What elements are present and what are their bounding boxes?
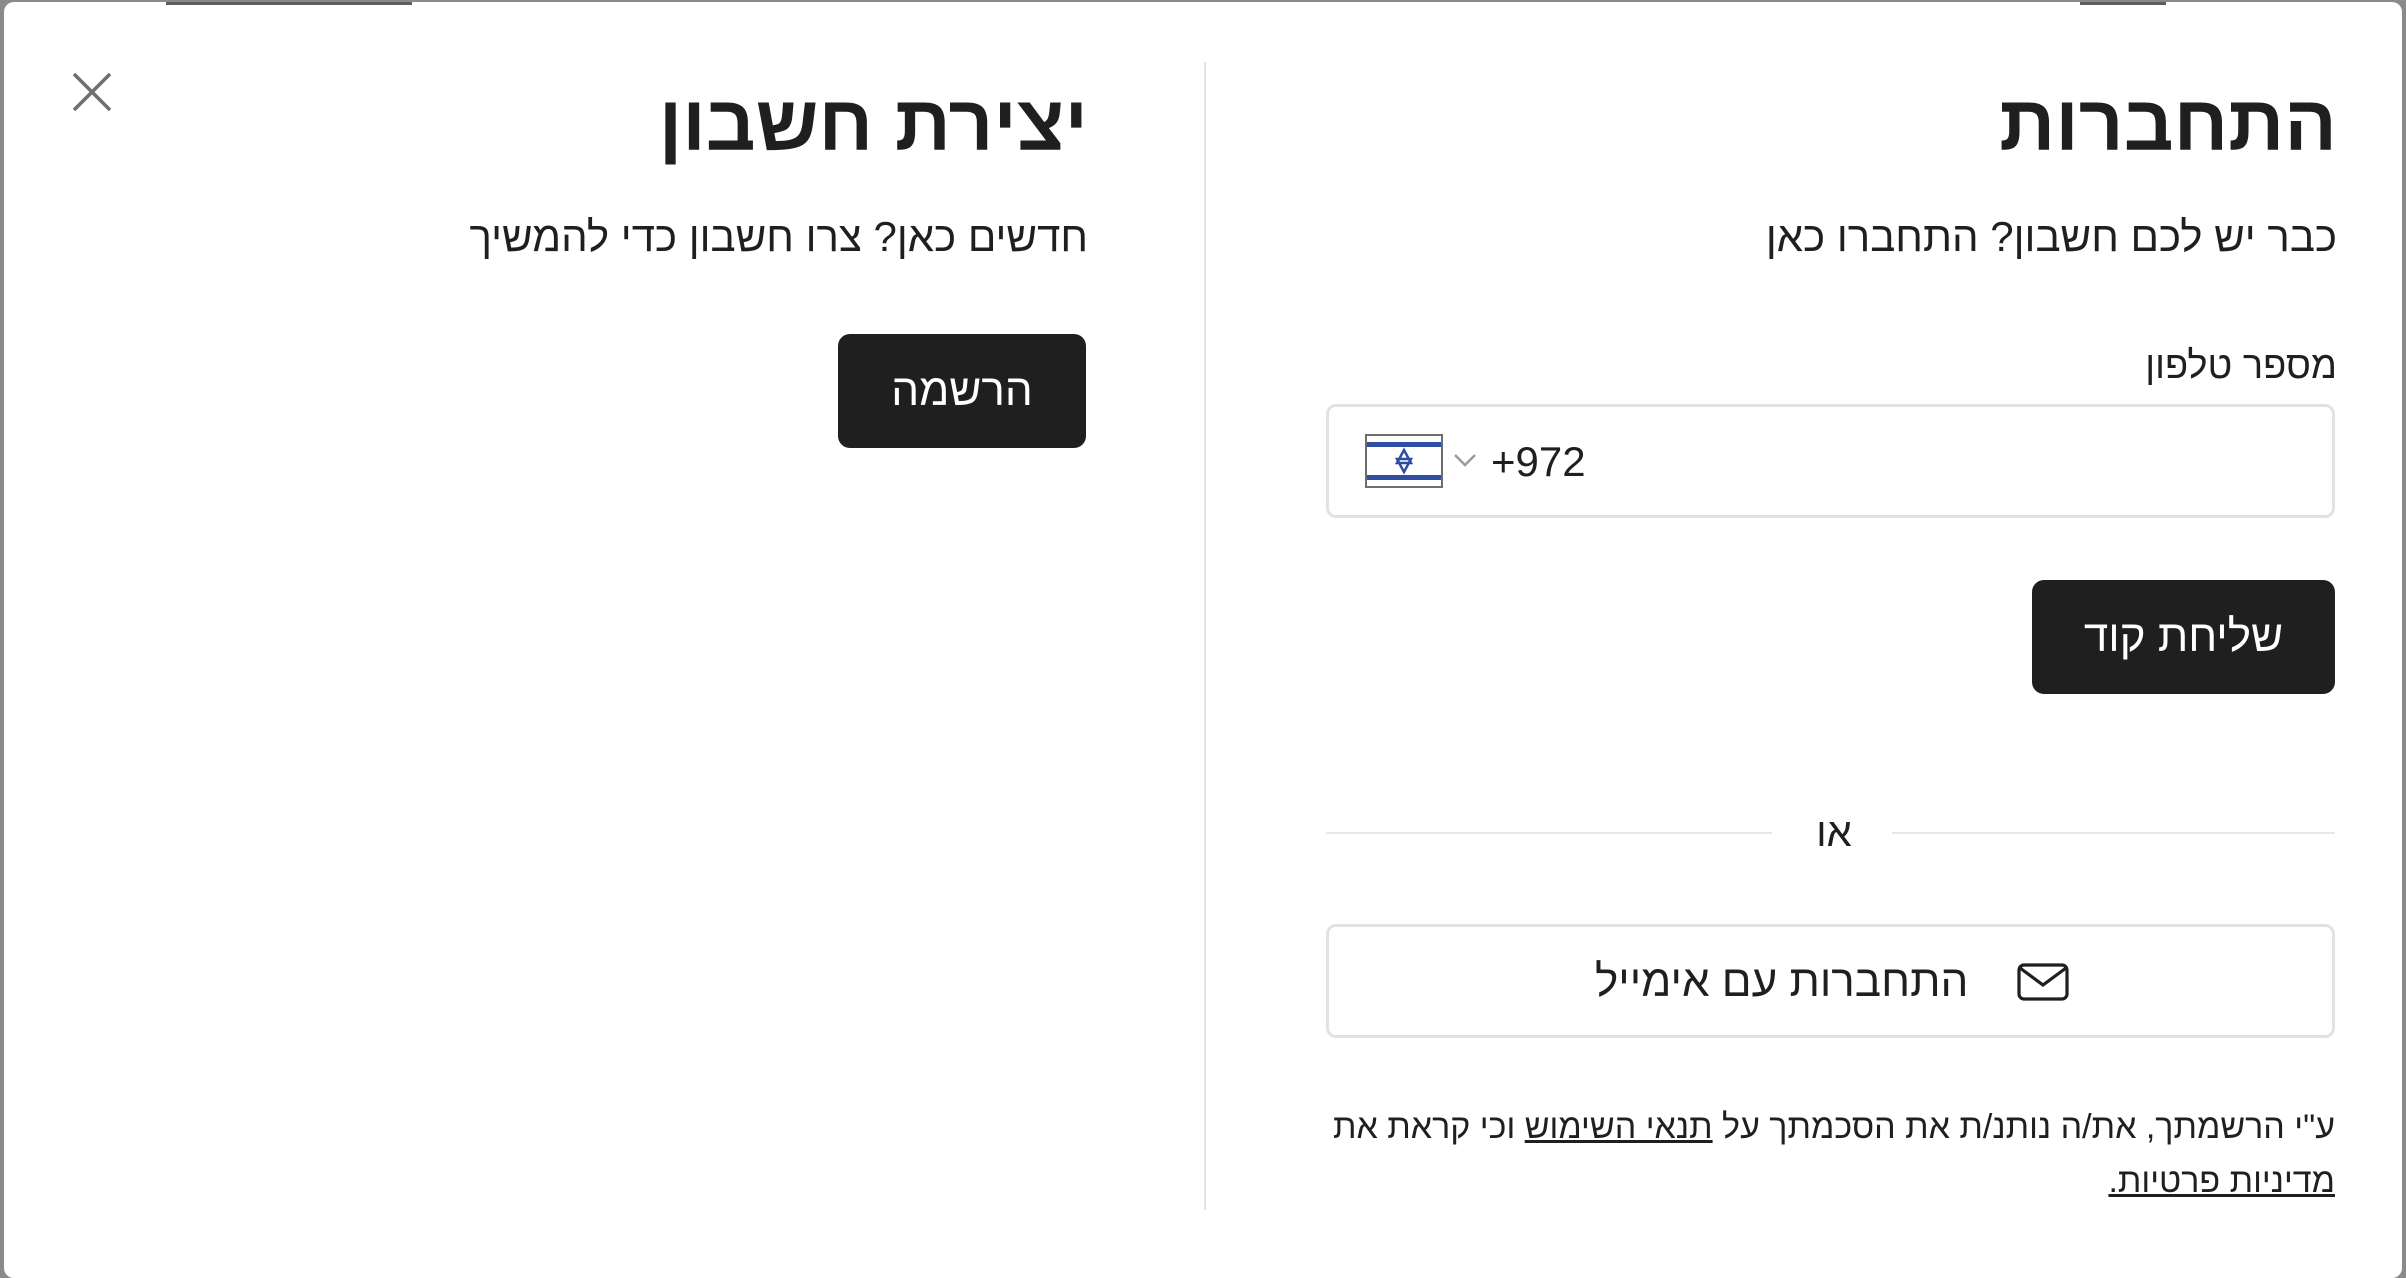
close-button[interactable]	[64, 64, 120, 120]
top-accent-line	[2080, 2, 2166, 5]
terms-of-use-link[interactable]: תנאי השימוש	[1525, 1108, 1713, 1146]
star-of-david-icon	[1394, 447, 1414, 475]
terms-middle: וכי קראת את	[1332, 1108, 1525, 1146]
mail-icon	[2017, 963, 2069, 1001]
or-separator: או	[1816, 811, 1852, 855]
email-login-label: התחברות עם אימייל	[1595, 957, 1969, 1006]
signup-subtitle: חדשים כאן? צרו חשבון כדי להמשיך	[469, 213, 1088, 260]
phone-label: מספר טלפון	[2145, 345, 2337, 387]
chevron-down-icon[interactable]	[1451, 451, 1479, 469]
top-accent-line	[166, 2, 412, 5]
terms-prefix: ע"י הרשמתך, את/ה נותנ/ת את הסכמתך על	[1712, 1108, 2335, 1146]
register-button[interactable]: הרשמה	[838, 334, 1086, 448]
login-title: התחברות	[1999, 79, 2337, 167]
terms-notice: ע"י הרשמתך, את/ה נותנ/ת את הסכמתך על תנא…	[1326, 1100, 2335, 1208]
privacy-policy-link[interactable]: מדיניות פרטיות.	[2108, 1162, 2335, 1200]
column-divider	[1204, 62, 1206, 1210]
phone-input[interactable]	[1491, 427, 2311, 497]
phone-field	[1326, 404, 2335, 518]
login-subtitle: כבר יש לכם חשבון? התחברו כאן	[1765, 213, 2337, 260]
country-flag-selector[interactable]	[1365, 434, 1443, 488]
email-login-button[interactable]: התחברות עם אימייל	[1326, 924, 2335, 1038]
send-code-button[interactable]: שליחת קוד	[2032, 580, 2335, 694]
or-divider-line	[1892, 832, 2335, 834]
close-icon	[72, 72, 112, 112]
signup-title: יצירת חשבון	[658, 79, 1088, 167]
or-divider-line	[1326, 832, 1772, 834]
auth-modal: יצירת חשבון חדשים כאן? צרו חשבון כדי להמ…	[4, 2, 2402, 1278]
